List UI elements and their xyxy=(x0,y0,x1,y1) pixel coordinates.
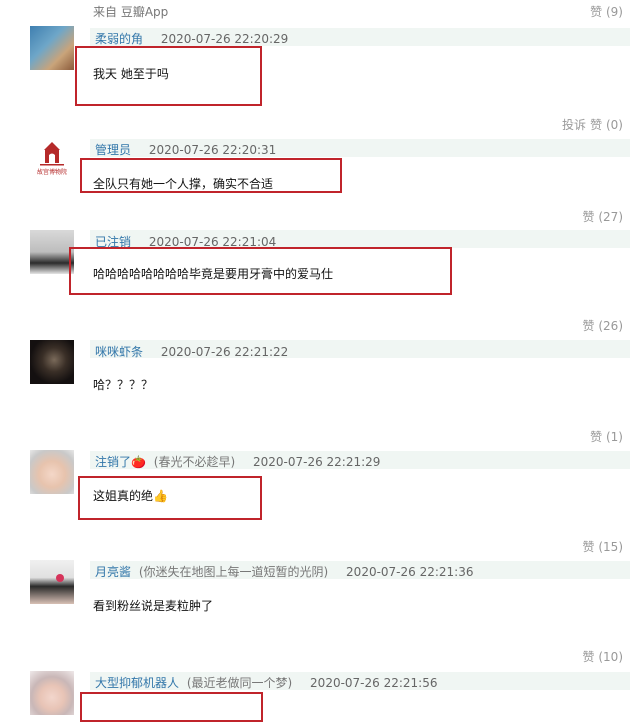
avatar-detail xyxy=(56,574,64,582)
comment-author[interactable]: 管理员 xyxy=(95,143,131,157)
comment-time: 2020-07-26 22:21:56 xyxy=(310,676,438,690)
highlight-box xyxy=(78,476,262,520)
comment-author[interactable]: 咪咪虾条 xyxy=(95,345,143,359)
comment-signature: (最近老做同一个梦) xyxy=(186,676,293,690)
avatar[interactable] xyxy=(30,671,74,715)
like-button[interactable]: 赞 (10) xyxy=(583,648,623,665)
like-button[interactable]: 赞 (15) xyxy=(583,538,623,555)
comment-meta: 柔弱的角 2020-07-26 22:20:29 xyxy=(95,30,288,47)
highlight-box xyxy=(75,46,262,106)
avatar[interactable] xyxy=(30,340,74,384)
avatar[interactable]: 故宫博物院 xyxy=(30,138,74,182)
highlight-box xyxy=(69,247,452,295)
avatar[interactable] xyxy=(30,560,74,604)
comment-text: 哈？？？？ xyxy=(93,378,154,392)
like-button[interactable]: 赞 (9) xyxy=(590,3,623,20)
like-button[interactable]: 赞 (1) xyxy=(590,428,623,445)
comment-signature: (春光不必趁早) xyxy=(153,455,236,469)
comment-time: 2020-07-26 22:20:31 xyxy=(148,143,277,157)
avatar[interactable] xyxy=(30,450,74,494)
avatar[interactable] xyxy=(30,26,74,70)
like-button[interactable]: 赞 (27) xyxy=(583,208,623,225)
comment-time: 2020-07-26 22:20:29 xyxy=(160,32,289,46)
comment-signature: (你迷失在地图上每一道短暂的光阴) xyxy=(138,565,329,579)
comment-meta: 大型抑郁机器人 (最近老做同一个梦) 2020-07-26 22:21:56 xyxy=(95,674,438,691)
comment-source: 来自 豆瓣App xyxy=(93,5,169,19)
report-link[interactable]: 投诉 xyxy=(562,116,586,133)
comment-time: 2020-07-26 22:21:36 xyxy=(346,565,474,579)
comment-text: 看到粉丝说是麦粒肿了 xyxy=(93,599,214,613)
comment-author[interactable]: 注销了🍅 xyxy=(95,455,146,469)
comment-meta: 注销了🍅 (春光不必趁早) 2020-07-26 22:21:29 xyxy=(95,453,380,470)
avatar-caption: 故宫博物院 xyxy=(36,169,67,176)
avatar[interactable] xyxy=(30,230,74,274)
comment-time: 2020-07-26 22:21:29 xyxy=(252,455,381,469)
comment-time: 2020-07-26 22:21:22 xyxy=(160,345,289,359)
comment-author[interactable]: 月亮酱 xyxy=(95,565,131,579)
comment-meta: 管理员 2020-07-26 22:20:31 xyxy=(95,141,276,158)
like-button[interactable]: 赞 (0) xyxy=(590,116,623,133)
comment-author[interactable]: 柔弱的角 xyxy=(95,32,143,46)
highlight-box xyxy=(80,158,342,193)
comment-author[interactable]: 大型抑郁机器人 xyxy=(95,676,179,690)
like-button[interactable]: 赞 (26) xyxy=(583,317,623,334)
comment-meta: 月亮酱 (你迷失在地图上每一道短暂的光阴) 2020-07-26 22:21:3… xyxy=(95,563,474,580)
highlight-box xyxy=(80,692,263,722)
comment-meta: 咪咪虾条 2020-07-26 22:21:22 xyxy=(95,343,288,360)
